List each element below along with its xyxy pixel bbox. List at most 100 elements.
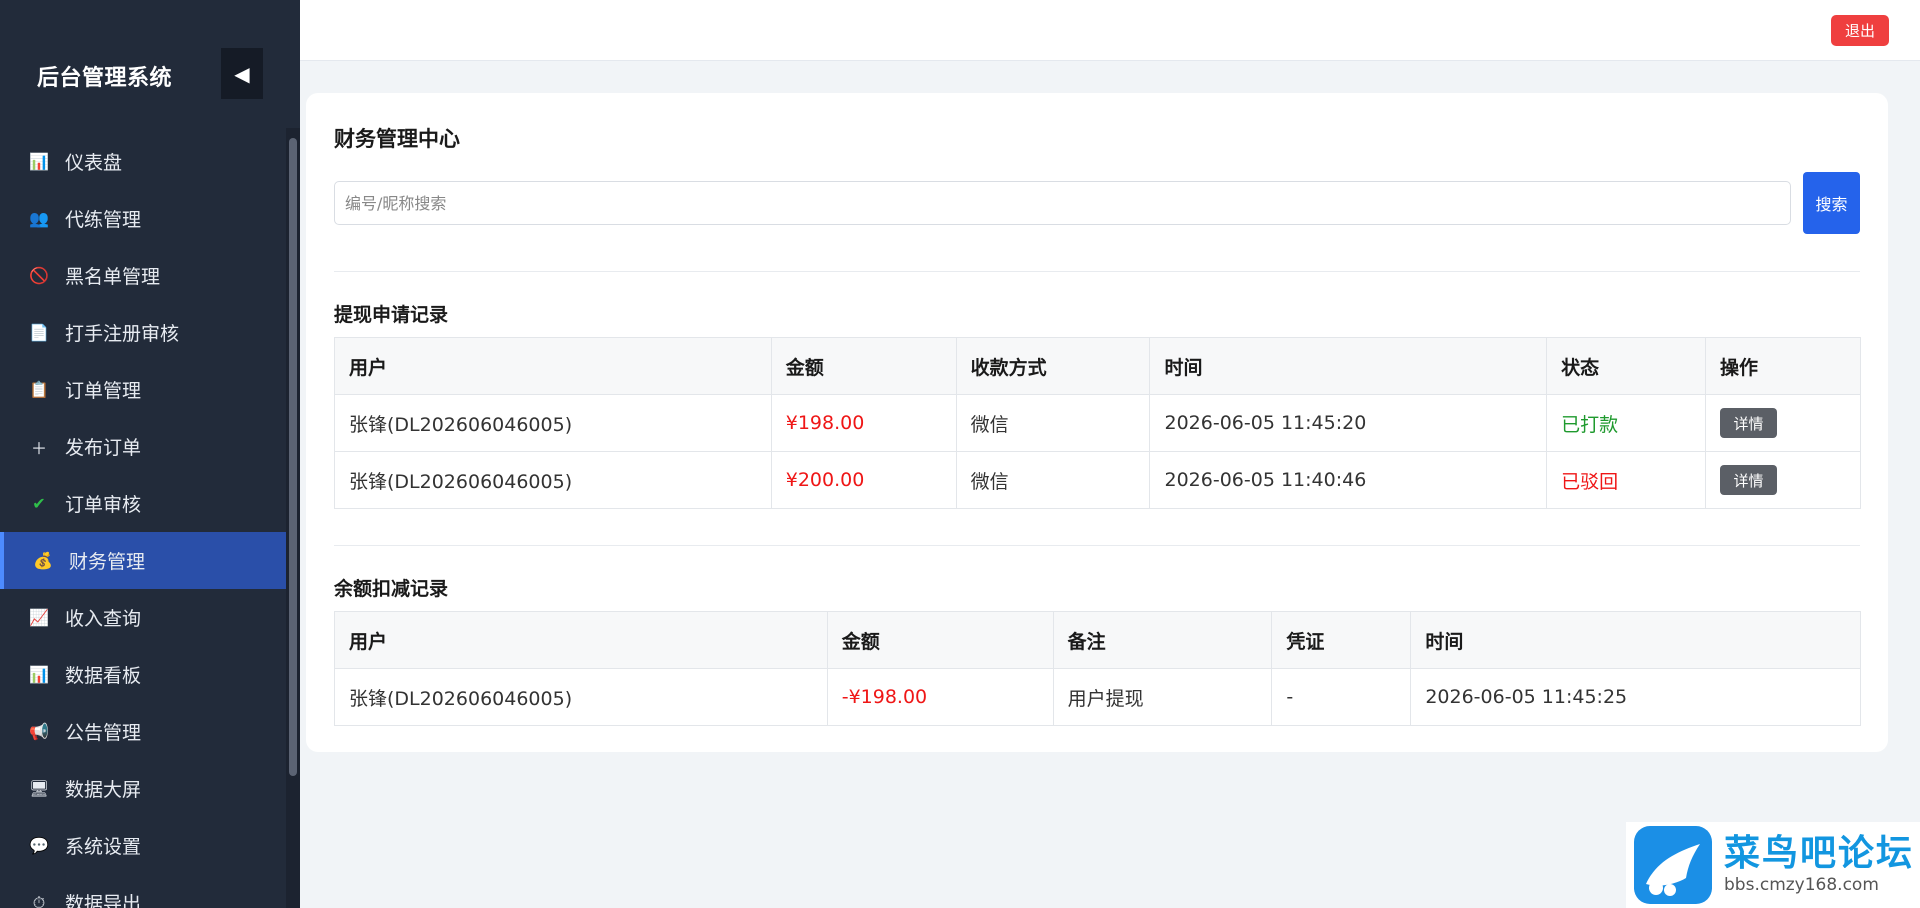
search-button[interactable]: 搜索 <box>1803 172 1860 234</box>
watermark-url: bbs.cmzy168.com <box>1724 875 1879 895</box>
sidebar-item-data-screen[interactable]: 🖥 数据大屏 <box>0 760 286 817</box>
sidebar-item-label: 打手注册审核 <box>65 323 180 345</box>
logout-button[interactable]: 退出 <box>1831 15 1889 46</box>
sidebar-scrollbar-thumb[interactable] <box>289 138 297 776</box>
cell-amount: ¥198.00 <box>770 394 957 452</box>
sidebar-item-publish-order[interactable]: ＋ 发布订单 <box>0 418 286 475</box>
sidebar-item-label: 订单审核 <box>65 494 142 516</box>
detail-button[interactable]: 详情 <box>1720 465 1778 495</box>
cell-user: 张锋(DL202606046005) <box>334 668 828 726</box>
megaphone-icon: 📢 <box>29 722 49 741</box>
stopwatch-icon: ⏱ <box>32 892 46 908</box>
cell-time: 2026-06-05 11:40:46 <box>1149 451 1548 509</box>
prohibited-icon: 🚫 <box>29 266 49 285</box>
sidebar-item-orders[interactable]: 📋 订单管理 <box>0 361 286 418</box>
deduction-table: 用户 金额 备注 凭证 时间 张锋(DL202606046005) -¥198.… <box>334 611 1861 726</box>
cell-status: 已打款 <box>1546 394 1707 452</box>
deduction-section-title: 余额扣减记录 <box>334 578 449 600</box>
plus-icon: ＋ <box>30 438 47 458</box>
cell-status: 已驳回 <box>1546 451 1707 509</box>
column-header-note: 备注 <box>1052 611 1273 669</box>
table-row: 张锋(DL202606046005) ¥198.00 微信 2026-06-05… <box>334 394 1861 452</box>
table-row: 张锋(DL202606046005) ¥200.00 微信 2026-06-05… <box>334 451 1861 509</box>
detail-button[interactable]: 详情 <box>1720 408 1778 438</box>
page-title: 财务管理中心 <box>334 127 460 151</box>
cell-user: 张锋(DL202606046005) <box>334 394 772 452</box>
money-bag-icon: 💰 <box>33 551 53 570</box>
cell-action: 详情 <box>1705 451 1861 509</box>
cell-voucher: - <box>1271 668 1412 726</box>
sidebar-item-data-export[interactable]: ⏱ 数据导出 <box>0 874 286 908</box>
sidebar-item-income-query[interactable]: 📈 收入查询 <box>0 589 286 646</box>
top-bar: 退出 <box>300 0 1920 61</box>
sidebar-item-booster-management[interactable]: 👥 代练管理 <box>0 190 286 247</box>
table-header-row: 用户 金额 备注 凭证 时间 <box>334 611 1861 669</box>
users-icon: 👥 <box>29 209 49 228</box>
withdraw-section-title: 提现申请记录 <box>334 304 449 326</box>
document-icon: 📄 <box>29 323 49 342</box>
sidebar-item-label: 数据大屏 <box>65 779 142 801</box>
watermark-name: 菜鸟吧论坛 <box>1724 833 1915 874</box>
sidebar: 后台管理系统 ◀ 📊 仪表盘 👥 代练管理 🚫 黑名单管理 📄 打手注册审核 📋… <box>0 0 300 908</box>
column-header-status: 状态 <box>1546 337 1707 395</box>
chevron-left-icon: ◀ <box>234 61 250 86</box>
cell-time: 2026-06-05 11:45:25 <box>1410 668 1861 726</box>
sidebar-item-label: 数据看板 <box>65 665 142 687</box>
table-header-row: 用户 金额 收款方式 时间 状态 操作 <box>334 337 1861 395</box>
sidebar-item-dashboard[interactable]: 📊 仪表盘 <box>0 133 286 190</box>
divider <box>334 271 1860 272</box>
sidebar-item-finance[interactable]: 💰 财务管理 <box>0 532 286 589</box>
column-header-action: 操作 <box>1705 337 1861 395</box>
sidebar-item-label: 黑名单管理 <box>65 266 161 288</box>
sidebar-item-blacklist[interactable]: 🚫 黑名单管理 <box>0 247 286 304</box>
sidebar-item-label: 订单管理 <box>65 380 142 402</box>
search-input[interactable] <box>334 181 1791 225</box>
speech-bubble-icon: 💬 <box>29 836 49 855</box>
bar-chart-icon: 📊 <box>29 665 49 684</box>
cell-action: 详情 <box>1705 394 1861 452</box>
sidebar-item-label: 数据导出 <box>65 893 142 908</box>
app-title: 后台管理系统 <box>37 66 173 91</box>
column-header-user: 用户 <box>334 611 828 669</box>
collapse-sidebar-button[interactable]: ◀ <box>221 48 263 99</box>
cell-user: 张锋(DL202606046005) <box>334 451 772 509</box>
bar-chart-icon: 📊 <box>29 152 49 171</box>
column-header-amount: 金额 <box>770 337 957 395</box>
forum-watermark: 菜鸟吧论坛 bbs.cmzy168.com <box>1626 822 1920 908</box>
sidebar-item-registration-review[interactable]: 📄 打手注册审核 <box>0 304 286 361</box>
check-icon: ✔ <box>32 494 46 513</box>
withdraw-table: 用户 金额 收款方式 时间 状态 操作 张锋(DL202606046005) ¥… <box>334 337 1861 509</box>
bird-logo-icon <box>1626 822 1718 908</box>
sidebar-item-label: 仪表盘 <box>65 152 123 174</box>
sidebar-item-label: 财务管理 <box>69 551 146 573</box>
sidebar-nav: 📊 仪表盘 👥 代练管理 🚫 黑名单管理 📄 打手注册审核 📋 订单管理 ＋ 发… <box>0 133 286 908</box>
monitor-icon: 🖥 <box>28 779 50 798</box>
column-header-user: 用户 <box>334 337 772 395</box>
trend-chart-icon: 📈 <box>29 608 49 627</box>
sidebar-item-label: 公告管理 <box>65 722 142 744</box>
cell-amount: ¥200.00 <box>770 451 957 509</box>
sidebar-item-order-review[interactable]: ✔ 订单审核 <box>0 475 286 532</box>
sidebar-item-data-board[interactable]: 📊 数据看板 <box>0 646 286 703</box>
cell-payment-method: 微信 <box>955 394 1151 452</box>
column-header-time: 时间 <box>1149 337 1548 395</box>
sidebar-item-label: 发布订单 <box>65 437 142 459</box>
finance-card: 财务管理中心 搜索 提现申请记录 用户 金额 收款方式 时间 状态 操作 张锋(… <box>306 93 1888 752</box>
cell-time: 2026-06-05 11:45:20 <box>1149 394 1548 452</box>
cell-payment-method: 微信 <box>955 451 1151 509</box>
divider <box>334 545 1860 546</box>
sidebar-brand: 后台管理系统 ◀ <box>0 0 300 148</box>
cell-note: 用户提现 <box>1052 668 1273 726</box>
sidebar-item-settings[interactable]: 💬 系统设置 <box>0 817 286 874</box>
cell-amount: -¥198.00 <box>826 668 1054 726</box>
sidebar-item-label: 代练管理 <box>65 209 142 231</box>
column-header-voucher: 凭证 <box>1271 611 1412 669</box>
column-header-time: 时间 <box>1410 611 1861 669</box>
sidebar-item-label: 收入查询 <box>65 608 142 630</box>
sidebar-item-label: 系统设置 <box>65 836 142 858</box>
table-row: 张锋(DL202606046005) -¥198.00 用户提现 - 2026-… <box>334 668 1861 726</box>
sidebar-item-announcements[interactable]: 📢 公告管理 <box>0 703 286 760</box>
watermark-text: 菜鸟吧论坛 bbs.cmzy168.com <box>1724 834 1914 896</box>
column-header-amount: 金额 <box>826 611 1054 669</box>
column-header-payment-method: 收款方式 <box>955 337 1151 395</box>
